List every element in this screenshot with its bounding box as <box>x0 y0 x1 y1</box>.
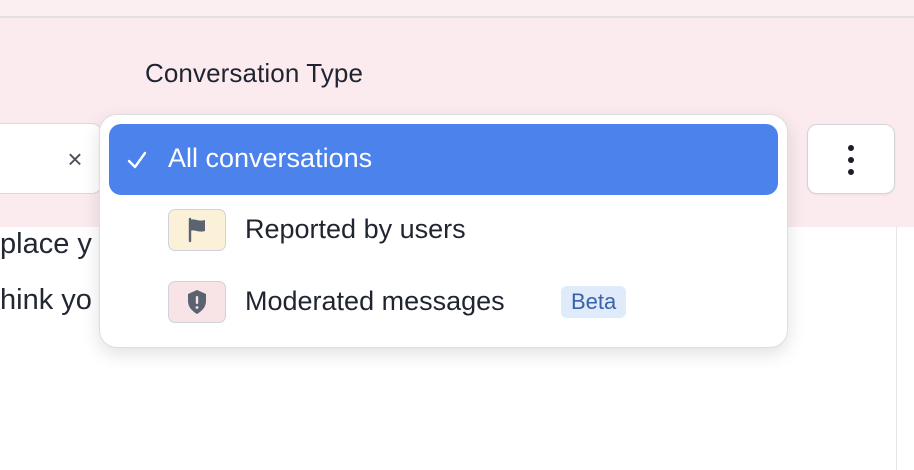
option-moderated-messages[interactable]: Moderated messages Beta <box>100 273 787 335</box>
option-label: Moderated messages <box>245 286 505 316</box>
flag-icon <box>168 209 226 251</box>
vertical-dots-icon <box>848 145 854 179</box>
background-text-line: hink yo <box>0 284 92 316</box>
close-icon[interactable]: × <box>62 146 88 172</box>
top-strip <box>0 0 914 17</box>
check-icon <box>127 151 147 169</box>
beta-badge: Beta <box>561 286 627 318</box>
conversation-type-label: Conversation Type <box>145 58 364 88</box>
content-right-border <box>896 227 897 470</box>
option-label: All conversations <box>168 143 373 173</box>
background-text-line: place y <box>0 228 92 260</box>
option-reported-by-users[interactable]: Reported by users <box>100 201 787 263</box>
shield-exclamation-icon <box>168 281 226 323</box>
option-label: Reported by users <box>245 214 466 244</box>
conversation-type-dropdown: All conversations Reported by users Mode… <box>99 114 788 348</box>
option-all-conversations[interactable]: All conversations <box>109 124 778 195</box>
